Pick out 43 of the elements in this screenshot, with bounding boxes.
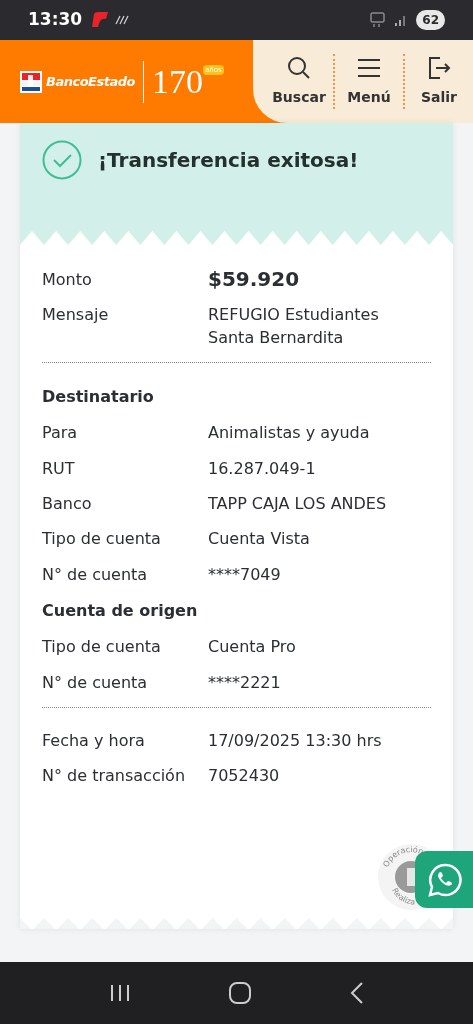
- field-label: RUT: [42, 457, 76, 480]
- anniversary-number: 170: [151, 64, 203, 99]
- field-label: Para: [42, 422, 79, 445]
- check-circle-icon: [42, 140, 82, 180]
- field-label: Fecha y hora: [42, 729, 146, 752]
- field-label: N° de transacción: [42, 765, 187, 788]
- recent-apps-icon[interactable]: [108, 983, 131, 1003]
- field-label: N° de cuenta: [42, 671, 149, 694]
- field-label: Monto: [42, 269, 93, 291]
- field-value: 17/09/2025 13:30 hrs: [208, 729, 382, 752]
- field-value: TAPP CAJA LOS ANDES: [208, 492, 387, 515]
- field-value: Cuenta Vista: [208, 528, 310, 551]
- field-label: Tipo de cuenta: [42, 636, 162, 659]
- field-value: ****2221: [208, 671, 281, 694]
- field-value: ****7049: [208, 563, 281, 586]
- header-button[interactable]: Buscar: [265, 40, 333, 123]
- app-notification-icon: [90, 11, 111, 29]
- field-value: REFUGIO Estudiantes Santa Bernardita: [208, 304, 380, 349]
- battery-indicator: 62: [416, 10, 445, 30]
- bank-logo-icon: [20, 70, 42, 93]
- header-button[interactable]: Salir: [405, 40, 473, 123]
- section-heading: Destinatario: [42, 386, 155, 409]
- field-label: N° de cuenta: [42, 563, 149, 586]
- success-title: ¡Transferencia exitosa!: [98, 147, 359, 174]
- field-label: Banco: [42, 492, 93, 515]
- notification-icon: [115, 15, 130, 25]
- brand-name: BancoEstado: [46, 72, 135, 91]
- network-icon: [370, 12, 387, 28]
- exit-icon: [426, 55, 452, 81]
- section-heading: Cuenta de origen: [42, 600, 199, 623]
- clock-text: 13:30: [28, 8, 83, 32]
- header-button[interactable]: Menú: [335, 40, 403, 123]
- field-label: Mensaje: [42, 304, 110, 327]
- field-label: Tipo de cuenta: [42, 528, 162, 551]
- chat-phone-icon: [427, 861, 463, 898]
- field-value: Cuenta Pro: [208, 636, 296, 659]
- back-icon[interactable]: [348, 981, 365, 1005]
- field-value: 16.287.049-1: [208, 457, 316, 480]
- search-icon: [286, 55, 312, 81]
- amount-value: $59.920: [208, 267, 300, 292]
- home-icon[interactable]: [227, 981, 252, 1005]
- field-value: 7052430: [208, 765, 280, 788]
- field-value: Animalistas y ayuda: [208, 422, 370, 445]
